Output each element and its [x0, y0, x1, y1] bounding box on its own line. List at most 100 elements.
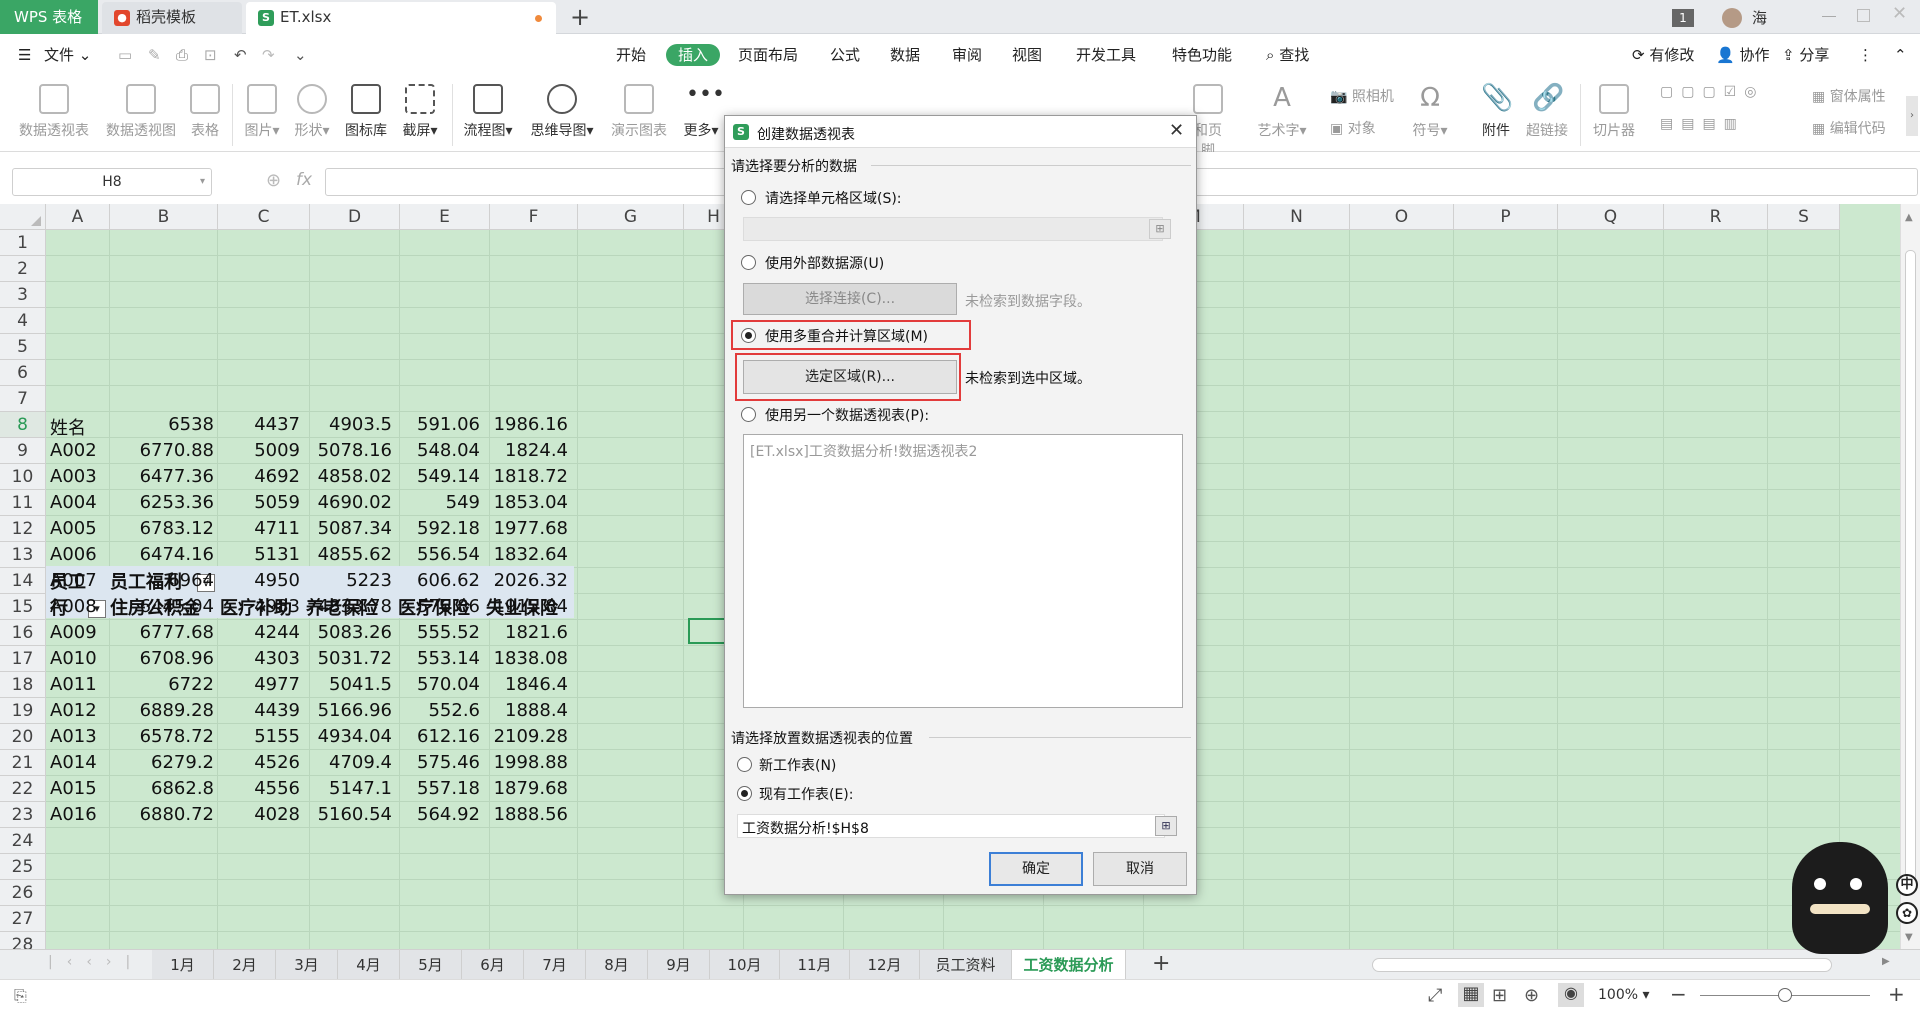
pivot-cell[interactable]: 1915.84 [482, 596, 568, 617]
undo-icon[interactable]: ↶ [234, 44, 247, 66]
pivot-cell[interactable]: 570.04 [394, 674, 480, 695]
pivot-cell[interactable]: 4833.78 [306, 596, 392, 617]
pivot-table-list[interactable]: [ET.xlsx]工资数据分析!数据透视表2 [743, 434, 1183, 708]
quick-access-more-icon[interactable]: ⌄ [294, 44, 307, 66]
row-header-12[interactable]: 12 [0, 516, 46, 542]
pivot-cell[interactable]: 555.52 [394, 622, 480, 643]
pivot-cell[interactable]: 6538 [128, 414, 214, 435]
location-input[interactable]: 工资数据分析!$H$8 [737, 814, 1165, 838]
fx-icon[interactable]: fx [296, 170, 312, 190]
pivot-row-key[interactable]: A006 [50, 544, 97, 565]
sheet-tab[interactable]: 8月 [586, 950, 648, 980]
zoom-in-icon[interactable]: + [1888, 982, 1905, 1006]
pivot-cell[interactable]: 592.18 [394, 518, 480, 539]
row-header-18[interactable]: 18 [0, 672, 46, 698]
pivot-cell[interactable]: 5009 [214, 440, 300, 461]
pivot-cell[interactable]: 4690.02 [306, 492, 392, 513]
changes-button[interactable]: ⟳ 有修改 [1632, 44, 1694, 66]
pivot-row-key[interactable]: A002 [50, 440, 97, 461]
pivot-chart-button[interactable]: 数据透视图 [100, 84, 182, 140]
select-all-corner[interactable] [0, 204, 46, 230]
camera-button[interactable]: 📷 照相机 [1330, 86, 1394, 106]
menu-data[interactable]: 数据 [890, 44, 920, 66]
pivot-cell[interactable]: 564.92 [394, 804, 480, 825]
mindmap-button[interactable]: 思维导图▾ [526, 84, 598, 140]
row-header-6[interactable]: 6 [0, 360, 46, 386]
attachment-button[interactable]: 📎 附件 [1478, 84, 1514, 140]
menu-start[interactable]: 开始 [616, 44, 646, 66]
add-sheet-icon[interactable]: + [1152, 950, 1170, 978]
hyperlink-button[interactable]: 🔗 超链接 [1522, 84, 1572, 140]
pivot-cell[interactable]: 6253.36 [128, 492, 214, 513]
sheet-tab[interactable]: 1月 [152, 950, 214, 980]
row-header-9[interactable]: 9 [0, 438, 46, 464]
menu-review[interactable]: 审阅 [952, 44, 982, 66]
row-header-15[interactable]: 15 [0, 594, 46, 620]
column-header-g[interactable]: G [578, 204, 684, 230]
window-count-badge[interactable]: 1 [1672, 9, 1694, 27]
pivot-cell[interactable]: 576.86 [394, 596, 480, 617]
pivot-cell[interactable]: 2026.32 [482, 570, 568, 591]
pivot-cell[interactable]: 4983 [214, 596, 300, 617]
pivot-cell[interactable]: 612.16 [394, 726, 480, 747]
image-button[interactable]: 图片▾ [240, 84, 284, 140]
daoke-template-tab[interactable]: ● 稻壳模板 [102, 2, 242, 34]
pivot-cell[interactable]: 5087.34 [306, 518, 392, 539]
pivot-cell[interactable]: 6783.12 [128, 518, 214, 539]
pivot-cell[interactable]: 4526 [214, 752, 300, 773]
symbol-button[interactable]: Ω 符号▾ [1406, 84, 1454, 140]
row-header-13[interactable]: 13 [0, 542, 46, 568]
pivot-cell[interactable]: 1824.4 [482, 440, 568, 461]
sheet-tab[interactable]: 10月 [710, 950, 780, 980]
redo-icon[interactable]: ↷ [262, 44, 275, 66]
pivot-cell[interactable]: 5160.54 [306, 804, 392, 825]
clipboard-icon[interactable]: ✎ [148, 44, 161, 66]
pivot-cell[interactable]: 4977 [214, 674, 300, 695]
row-header-20[interactable]: 20 [0, 724, 46, 750]
pivot-cell[interactable]: 5166.96 [306, 700, 392, 721]
ok-button[interactable]: 确定 [989, 852, 1083, 886]
ime-chinese-mode[interactable]: 中 [1896, 874, 1918, 896]
pivot-cell[interactable]: 6722 [128, 674, 214, 695]
menu-special[interactable]: 特色功能 [1172, 44, 1232, 66]
choose-connection-button[interactable]: 选择连接(C)... [743, 283, 957, 315]
pivot-cell[interactable]: 1832.64 [482, 544, 568, 565]
wps-app-tab[interactable]: WPS 表格 [0, 0, 98, 34]
menu-page-layout[interactable]: 页面布局 [738, 44, 798, 66]
pivot-cell[interactable]: 4903.5 [306, 414, 392, 435]
pivot-row-key[interactable]: A013 [50, 726, 97, 747]
pivot-cell[interactable]: 6880.72 [128, 804, 214, 825]
pivot-cell[interactable]: 5059 [214, 492, 300, 513]
row-header-1[interactable]: 1 [0, 230, 46, 256]
vertical-scrollbar[interactable]: ▲ ▼ [1900, 204, 1920, 949]
scroll-down-icon[interactable]: ▼ [1905, 932, 1913, 943]
pivot-cell[interactable]: 575.46 [394, 752, 480, 773]
row-header-8[interactable]: 8 [0, 412, 46, 438]
normal-view-icon[interactable]: ▦ [1458, 983, 1484, 1007]
zoom-formula-icon[interactable]: ⊕ [266, 170, 281, 191]
pivot-row-key[interactable]: A004 [50, 492, 97, 513]
row-header-5[interactable]: 5 [0, 334, 46, 360]
pivot-cell[interactable]: 548.04 [394, 440, 480, 461]
pivot-row-key[interactable]: 姓名 [50, 414, 86, 440]
menu-developer[interactable]: 开发工具 [1076, 44, 1136, 66]
table-button[interactable]: 表格 [186, 84, 224, 140]
column-header-f[interactable]: F [490, 204, 578, 230]
pivot-cell[interactable]: 1977.68 [482, 518, 568, 539]
pivot-row-key[interactable]: A014 [50, 752, 97, 773]
row-header-28[interactable]: 28 [0, 932, 46, 949]
more-button[interactable]: ••• 更多▾ [676, 84, 726, 140]
row-header-3[interactable]: 3 [0, 282, 46, 308]
pivot-cell[interactable]: 606.62 [394, 570, 480, 591]
name-box[interactable]: H8 ▾ [12, 168, 212, 196]
scroll-up-icon[interactable]: ▲ [1905, 212, 1913, 223]
macro-record-icon[interactable]: ⎘ [14, 986, 27, 1006]
pivot-row-key[interactable]: A009 [50, 622, 97, 643]
sheet-nav-arrows[interactable]: |‹‹›| [48, 954, 144, 970]
row-header-2[interactable]: 2 [0, 256, 46, 282]
column-header-e[interactable]: E [400, 204, 490, 230]
pivot-cell[interactable]: 4709.4 [306, 752, 392, 773]
pivot-row-key[interactable]: A012 [50, 700, 97, 721]
row-header-19[interactable]: 19 [0, 698, 46, 724]
radio-existing-worksheet[interactable] [737, 786, 752, 801]
